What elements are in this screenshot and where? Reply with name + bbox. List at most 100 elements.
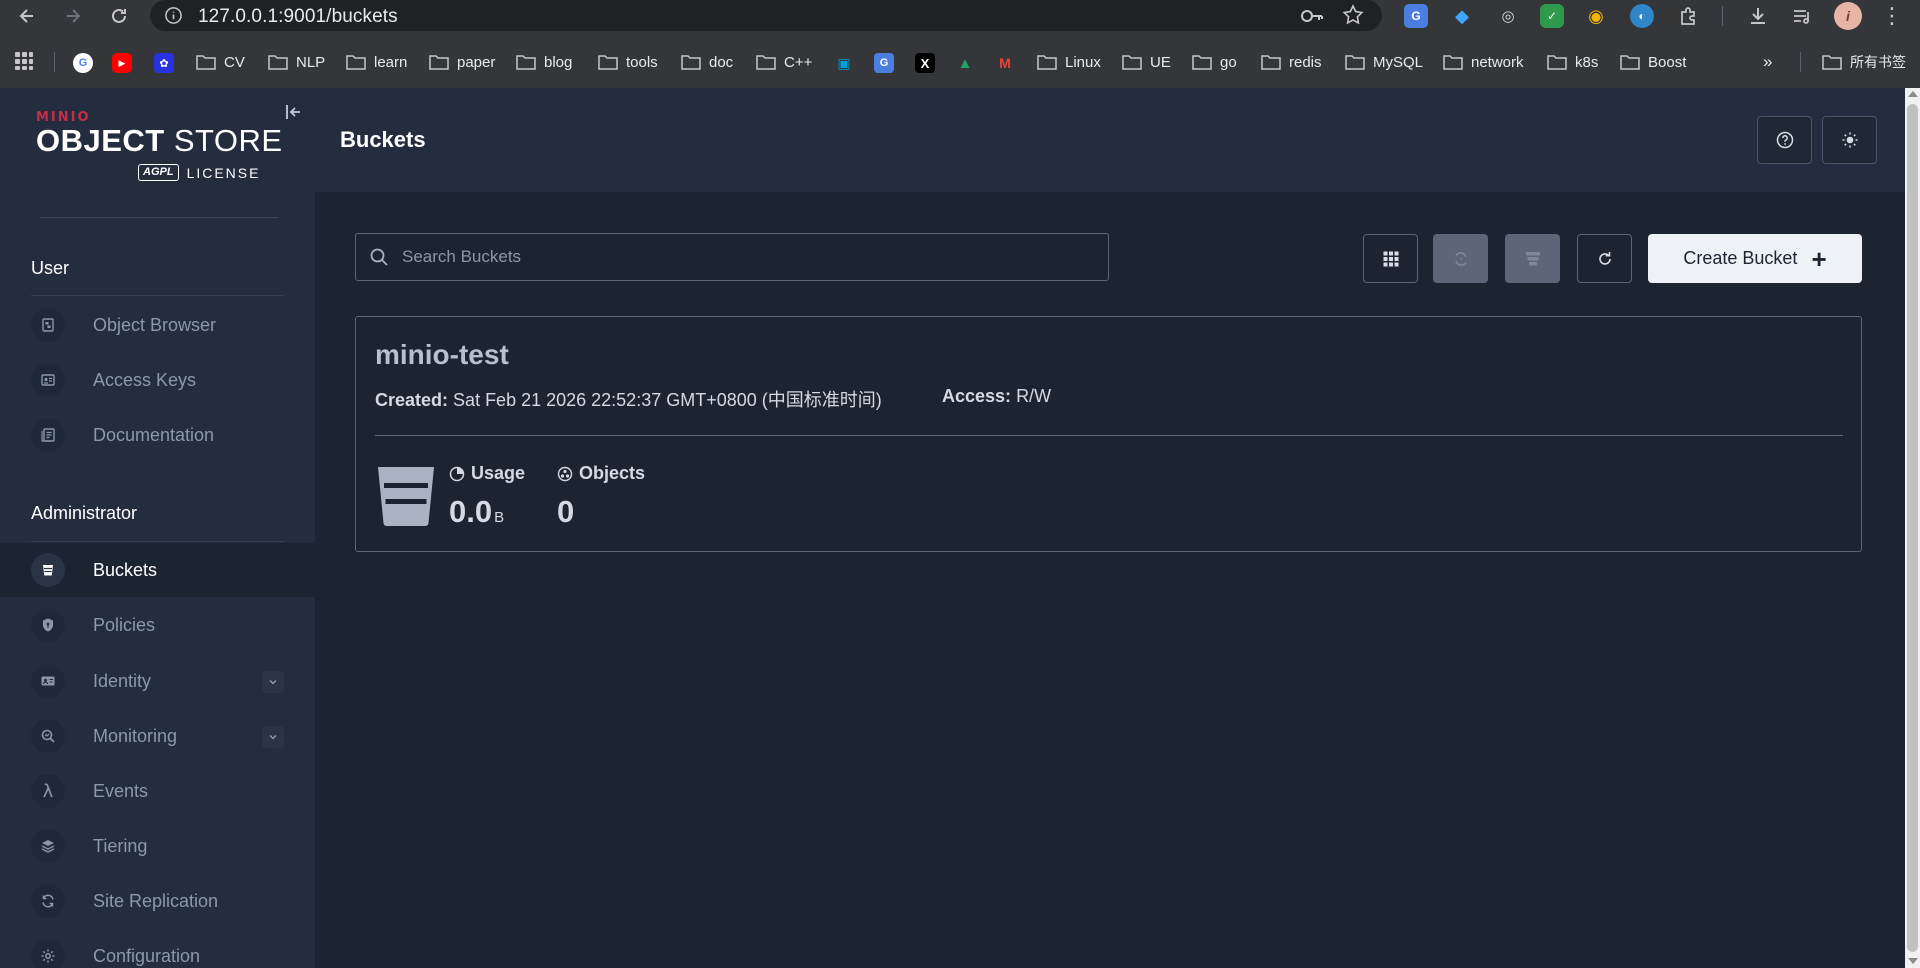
- bookmark-folder-go[interactable]: go: [1192, 50, 1237, 74]
- folder-icon: [1261, 55, 1281, 70]
- documentation-icon: [31, 418, 65, 452]
- sidebar-item-documentation[interactable]: Documentation: [0, 408, 315, 462]
- more-bookmarks-chevron-icon[interactable]: »: [1763, 50, 1772, 74]
- theme-toggle-button[interactable]: [1822, 116, 1877, 164]
- page-scrollbar[interactable]: [1905, 88, 1920, 968]
- scrollbar-thumb[interactable]: [1907, 104, 1918, 952]
- bucket-name[interactable]: minio-test: [375, 339, 509, 371]
- diamond-ext-icon[interactable]: ◆: [1450, 4, 1474, 28]
- drive-bookmark-icon[interactable]: ▲: [955, 53, 975, 73]
- sun-icon: [1842, 132, 1857, 148]
- sidebar-item-access-keys[interactable]: Access Keys: [0, 353, 315, 407]
- site-info-icon[interactable]: [164, 6, 183, 25]
- help-question-icon: [1776, 131, 1793, 149]
- sidebar-divider: [40, 217, 278, 218]
- page-title: Buckets: [340, 127, 426, 152]
- bookmark-folder-cpp[interactable]: C++: [756, 50, 812, 74]
- bookmark-folder-ue[interactable]: UE: [1122, 50, 1171, 74]
- search-buckets-field[interactable]: [355, 233, 1109, 281]
- lambda-icon: λ: [31, 774, 65, 808]
- password-key-icon[interactable]: [1299, 5, 1325, 27]
- collapse-sidebar-icon[interactable]: [284, 102, 304, 122]
- profile-avatar[interactable]: i: [1834, 2, 1862, 30]
- set-lifecycle-button[interactable]: [1505, 234, 1560, 283]
- download-icon[interactable]: [1746, 4, 1770, 28]
- google-bookmark-icon[interactable]: G: [73, 53, 93, 73]
- bookmark-folder-learn[interactable]: learn: [346, 50, 407, 74]
- bookmark-folder-nlp[interactable]: NLP: [268, 50, 325, 74]
- layers-icon: [31, 829, 65, 863]
- forward-button[interactable]: [60, 3, 86, 29]
- sidebar-item-monitoring[interactable]: Monitoring: [0, 709, 315, 763]
- youtube-bookmark-icon[interactable]: ▶: [112, 53, 132, 73]
- x-bookmark-icon[interactable]: X: [915, 53, 935, 73]
- replicate-icon: [1454, 251, 1467, 266]
- select-multiple-button[interactable]: [1363, 234, 1418, 283]
- bookmark-folder-tools[interactable]: tools: [598, 50, 658, 74]
- extensions-puzzle-icon[interactable]: [1677, 4, 1701, 28]
- omnibox[interactable]: 127.0.0.1:9001/buckets: [150, 0, 1382, 31]
- url-text[interactable]: 127.0.0.1:9001/buckets: [198, 6, 398, 28]
- agpl-badge: AGPL: [138, 164, 179, 181]
- folder-icon: [196, 55, 216, 70]
- browser-chrome: 127.0.0.1:9001/buckets G ◆ ◎ ✓ ◉ ◐ i ⋮ G…: [0, 0, 1920, 88]
- address-bar-row: 127.0.0.1:9001/buckets G ◆ ◎ ✓ ◉ ◐ i ⋮: [0, 0, 1920, 31]
- sidebar-item-identity[interactable]: Identity: [0, 654, 315, 708]
- tampermonkey-ext-icon[interactable]: ◎: [1496, 4, 1520, 28]
- bookmark-folder-all[interactable]: 所有书签: [1822, 50, 1906, 74]
- search-input[interactable]: [402, 234, 1092, 280]
- bookmark-star-icon[interactable]: [1342, 4, 1364, 26]
- create-bucket-label: Create Bucket: [1683, 248, 1798, 268]
- bookmark-folder-network[interactable]: network: [1443, 50, 1524, 74]
- sidebar-item-events[interactable]: λ Events: [0, 764, 315, 818]
- bookmark-folder-mysql[interactable]: MySQL: [1345, 50, 1423, 74]
- sidebar-item-site-replication[interactable]: Site Replication: [0, 874, 315, 928]
- apps-grid-icon[interactable]: [12, 49, 36, 73]
- media-playlist-icon[interactable]: [1790, 4, 1814, 28]
- minio-logo[interactable]: MINIO OBJECT STORE AGPL LICENSE: [36, 110, 283, 181]
- globe-ext-icon[interactable]: ◐: [1630, 4, 1654, 28]
- kebab-menu-icon[interactable]: ⋮: [1880, 4, 1904, 28]
- license-text: LICENSE: [186, 164, 261, 181]
- chevron-down-icon[interactable]: [262, 671, 284, 693]
- bookmark-folder-k8s[interactable]: k8s: [1547, 50, 1598, 74]
- folder-icon: [516, 55, 536, 70]
- color-ext-icon[interactable]: ◉: [1584, 4, 1608, 28]
- gmail-bookmark-icon[interactable]: M: [995, 53, 1015, 73]
- shield-ext-icon[interactable]: ✓: [1540, 4, 1564, 28]
- bucket-card-minio-test[interactable]: minio-test Created: Sat Feb 21 2026 22:5…: [355, 316, 1862, 552]
- help-button[interactable]: [1757, 116, 1812, 164]
- folder-icon: [346, 55, 366, 70]
- bookmark-folder-doc[interactable]: doc: [681, 50, 733, 74]
- chevron-down-icon[interactable]: [262, 726, 284, 748]
- bookmark-folder-linux[interactable]: Linux: [1037, 50, 1101, 74]
- bookmarks-bar: G ▶ ✿ CV NLP learn paper blog tools doc …: [0, 44, 1920, 80]
- bilibili-bookmark-icon[interactable]: ▣: [834, 53, 854, 73]
- logo-license: AGPL LICENSE: [138, 164, 260, 181]
- scroll-up-arrow-icon[interactable]: [1908, 91, 1918, 97]
- sidebar-item-object-browser[interactable]: Object Browser: [0, 298, 315, 352]
- sidebar-item-tiering[interactable]: Tiering: [0, 819, 315, 873]
- bookmarks-separator-2: [1800, 52, 1801, 72]
- bookmark-folder-cv[interactable]: CV: [196, 50, 245, 74]
- sidebar-item-policies[interactable]: Policies: [0, 598, 315, 652]
- translate-bookmark-icon[interactable]: G: [874, 53, 894, 73]
- replicate-buckets-button[interactable]: [1433, 234, 1488, 283]
- sidebar-item-configuration[interactable]: Configuration: [0, 929, 315, 968]
- back-button[interactable]: [14, 3, 40, 29]
- scroll-down-arrow-icon[interactable]: [1908, 958, 1918, 964]
- google-translate-ext-icon[interactable]: G: [1404, 4, 1428, 28]
- bookmark-folder-boost[interactable]: Boost: [1620, 50, 1686, 74]
- objects-cluster-icon: [557, 466, 573, 481]
- create-bucket-button[interactable]: Create Bucket +: [1648, 234, 1862, 283]
- bookmark-folder-paper[interactable]: paper: [429, 50, 495, 74]
- refresh-button[interactable]: [1577, 234, 1632, 283]
- lifecycle-stack-icon: [1525, 251, 1540, 265]
- bookmarks-separator: [54, 52, 55, 72]
- bookmark-folder-redis[interactable]: redis: [1261, 50, 1322, 74]
- toolbar-separator: [1722, 6, 1723, 26]
- reload-button[interactable]: [106, 3, 132, 29]
- baidu-bookmark-icon[interactable]: ✿: [154, 53, 174, 73]
- sidebar-item-buckets[interactable]: Buckets: [0, 543, 315, 597]
- bookmark-folder-blog[interactable]: blog: [516, 50, 572, 74]
